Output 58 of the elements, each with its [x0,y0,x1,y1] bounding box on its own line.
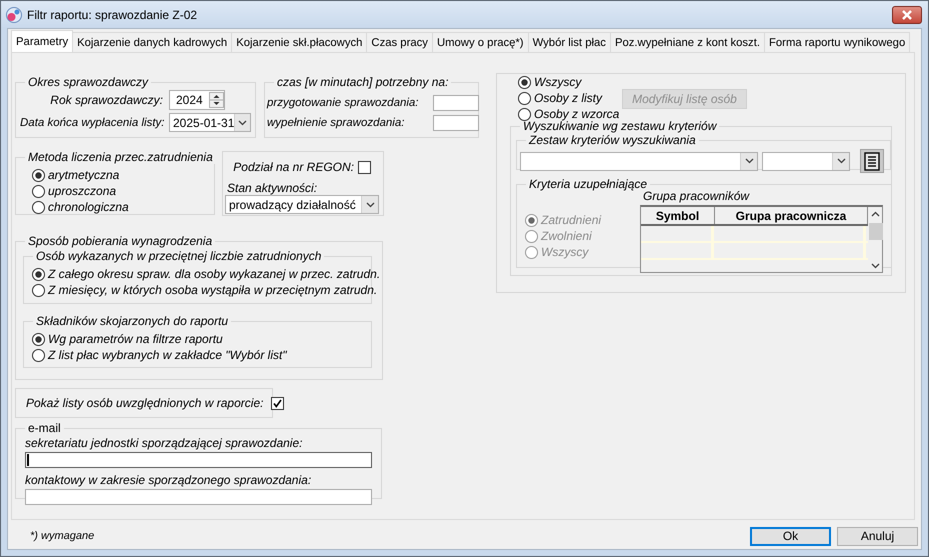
radio-option[interactable]: chronologiczna [32,199,129,215]
text-field[interactable] [433,115,479,131]
spin-field[interactable]: 2024 [169,90,225,110]
field-label: sekretariatu jednostki sporządzającej sprawozdanie: [25,436,302,450]
text-field[interactable] [25,452,372,468]
field-label: Rok sprawozdawczy: [49,93,163,107]
radio-option[interactable]: Z całego okresu spraw. dla osoby wykazanej w przec. zatrudn. [32,266,380,282]
tab[interactable]: Forma raportu wynikowego [764,32,910,52]
group-title: Składników skojarzonych do raportu [35,314,230,328]
group-title: Osób wykazanych w przeciętnej liczbie zatrudnionych [35,249,322,263]
scroll-thumb[interactable] [869,223,883,240]
window-title: Filtr raportu: sprawozdanie Z-02 [27,8,198,22]
field-label: Stan aktywności: [227,181,318,195]
close-button[interactable] [892,6,922,24]
radio-option[interactable]: Z miesięcy, w których osoba wystąpiła w przeciętnym zatrudn. [32,282,378,298]
radio-option[interactable]: arytmetyczna [32,167,120,183]
dropdown[interactable]: 2025-01-31 [169,113,251,132]
app-icon [6,6,22,22]
radio-option[interactable]: Z list płac wybranych w zakładce "Wybór list" [32,347,287,363]
radio-option[interactable]: Wszyscy [518,74,582,90]
tab[interactable]: Parametry [11,30,74,52]
field-label: Data końca wypłacenia listy: [20,116,163,128]
group-title: Wyszukiwanie wg zestawu kryteriów [522,119,718,133]
footnote: *) wymagane [30,530,94,542]
group-title: Kryteria uzupełniające [528,177,648,191]
field-label: wypełnienie sprawozdania: [267,117,406,129]
dialog-button[interactable]: Ok [750,526,831,546]
group-title: Zestaw kryteriów wyszukiwania [528,133,697,147]
radio-option[interactable]: Osoby z wzorca [518,106,620,122]
checkbox[interactable] [358,160,371,174]
field-label: kontaktowy w zakresie sporządzonego sprawozdania: [25,473,312,487]
group-title: Sposób pobierania wynagrodzenia [27,234,214,248]
chevron-down-icon [366,202,374,208]
field-label: przygotowanie sprawozdania: [267,97,420,109]
radio-option[interactable]: Wg parametrów na filtrze raportu [32,331,223,347]
dialog-button[interactable]: Anuluj [837,526,918,546]
field-label: Grupa pracowników [643,189,750,203]
group-title: Metoda liczenia przec.zatrudnienia [27,150,214,164]
chevron-down-icon [870,263,880,269]
checkbox[interactable] [271,396,284,410]
close-icon [901,10,913,20]
text-field[interactable] [433,95,479,111]
chevron-down-icon [238,120,248,126]
chevron-down-icon [744,158,754,164]
group-title: czas [w minutach] potrzebny na: [276,75,450,89]
document-icon [864,152,880,170]
spin-arrows-icon[interactable] [209,92,224,108]
document-button[interactable] [860,149,884,173]
field-label: Podział na nr REGON: [233,160,354,174]
group-title: Okres sprawozdawczy [27,75,150,89]
text-field[interactable] [25,489,372,505]
radio-option[interactable]: uproszczona [32,183,116,199]
group-title: e-mail [27,421,62,435]
chevron-down-icon [836,158,846,164]
chevron-up-icon [870,211,880,217]
radio-option[interactable]: Osoby z listy [518,90,602,106]
field-label: Pokaż listy osób uwzględnionych w raporcie: [26,396,264,410]
dropdown[interactable]: prowadzący działalność [225,195,379,214]
